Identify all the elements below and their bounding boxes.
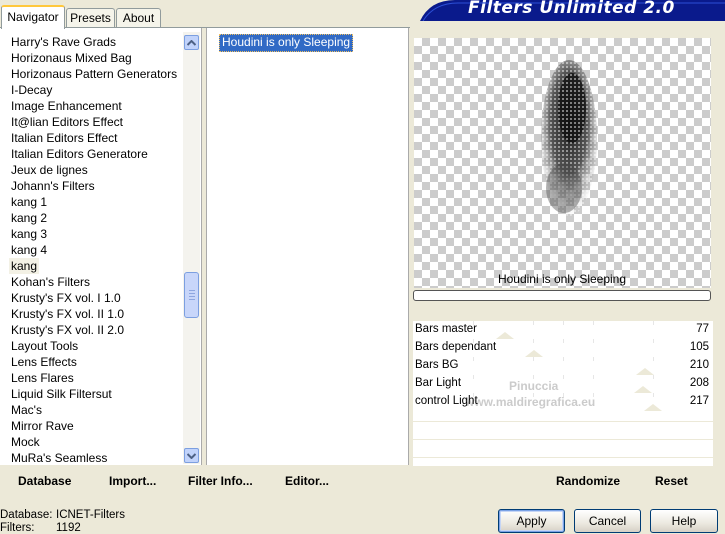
category-item[interactable]: Krusty's FX vol. II 1.0 <box>11 306 124 322</box>
chevron-up-icon <box>187 39 196 46</box>
import-button[interactable]: Import... <box>109 472 156 490</box>
category-item[interactable]: It@lian Editors Effect <box>11 114 123 130</box>
slider-row[interactable]: Bars dependant 105 <box>413 339 713 357</box>
slider-thumb[interactable] <box>643 404 662 411</box>
preview-filter-name: Houdini is only Sleeping <box>497 272 627 286</box>
category-item[interactable]: Mac's <box>11 402 42 418</box>
category-item[interactable]: Italian Editors Effect <box>11 130 118 146</box>
slider-thumb[interactable] <box>495 332 514 339</box>
empty-slider-row <box>413 421 713 422</box>
chevron-down-icon <box>187 452 196 459</box>
scroll-up-button[interactable] <box>184 35 199 50</box>
slider-label: Bars dependant <box>415 341 497 353</box>
category-item[interactable]: Horizonaus Pattern Generators <box>11 66 177 82</box>
slider-row[interactable]: Bar Light 208 <box>413 375 713 393</box>
category-item[interactable]: Krusty's FX vol. II 2.0 <box>11 322 124 338</box>
status-database-label: Database: <box>0 509 53 521</box>
scroll-thumb[interactable] <box>184 272 199 318</box>
tab-presets[interactable]: Presets <box>66 8 115 27</box>
category-item[interactable]: I-Decay <box>11 82 52 98</box>
slider-value: 217 <box>689 395 709 407</box>
slider-value: 208 <box>689 377 709 389</box>
slider-label: Bars master <box>415 323 477 335</box>
slider-row[interactable]: control Light 217 <box>413 393 713 411</box>
category-item[interactable]: kang 3 <box>11 226 47 242</box>
category-item[interactable]: kang 1 <box>11 194 47 210</box>
app-title: Filters Unlimited 2.0 <box>468 0 675 18</box>
category-item[interactable]: MuRa's Seamless <box>11 450 107 465</box>
tab-about[interactable]: About <box>116 8 161 27</box>
slider-value: 77 <box>696 323 709 335</box>
slider-value: 105 <box>689 341 709 353</box>
category-item[interactable]: Harry's Rave Grads <box>11 34 116 50</box>
category-item[interactable]: Kohan's Filters <box>11 274 90 290</box>
category-item[interactable]: Johann's Filters <box>11 178 95 194</box>
slider-label: Bars BG <box>415 359 459 371</box>
status-database-value: ICNET-Filters <box>56 509 125 521</box>
category-list[interactable]: Harry's Rave Grads Horizonaus Mixed Bag Ho… <box>0 28 202 465</box>
slider-row[interactable]: Bars BG 210 <box>413 357 713 375</box>
category-item[interactable]: kang 4 <box>11 242 47 258</box>
category-item[interactable]: Liquid Silk Filtersut <box>11 386 112 402</box>
randomize-button[interactable]: Randomize <box>556 472 620 490</box>
slider-value: 210 <box>689 359 709 371</box>
reset-button[interactable]: Reset <box>655 472 688 490</box>
category-item[interactable]: Krusty's FX vol. I 1.0 <box>11 290 121 306</box>
apply-button[interactable]: Apply <box>498 509 565 533</box>
category-item[interactable]: Italian Editors Generatore <box>11 146 148 162</box>
tab-navigator[interactable]: Navigator <box>1 5 65 29</box>
cancel-button[interactable]: Cancel <box>574 509 641 533</box>
filter-list[interactable]: Houdini is only Sleeping <box>206 28 409 465</box>
category-item[interactable]: Jeux de lignes <box>11 162 88 178</box>
preview-artwork <box>541 60 597 216</box>
help-button[interactable]: Help <box>650 509 718 533</box>
slider-label: control Light <box>415 395 478 407</box>
category-item[interactable]: Lens Flares <box>11 370 74 386</box>
preview-panel: Houdini is only Sleeping Pinuccia www.ma… <box>409 28 714 466</box>
filter-info-button[interactable]: Filter Info... <box>188 472 253 490</box>
slider-thumb[interactable] <box>634 386 653 393</box>
filter-item-selected[interactable]: Houdini is only Sleeping <box>219 34 354 52</box>
progress-bar <box>413 290 711 301</box>
slider-label: Bar Light <box>415 377 462 389</box>
category-item[interactable]: Mirror Rave <box>11 418 74 434</box>
category-item[interactable]: Mock <box>11 434 40 450</box>
slider-thumb[interactable] <box>636 368 655 375</box>
slider-panel: Pinuccia www.maldiregrafica.eu Bars mast… <box>413 321 713 466</box>
empty-slider-row <box>413 439 713 440</box>
category-item[interactable]: Horizonaus Mixed Bag <box>11 50 132 66</box>
editor-button[interactable]: Editor... <box>285 472 329 490</box>
slider-row[interactable]: Bars master 77 <box>413 321 713 339</box>
empty-slider-row <box>413 457 713 458</box>
slider-thumb[interactable] <box>525 350 544 357</box>
database-button[interactable]: Database <box>18 472 71 490</box>
category-item[interactable]: Lens Effects <box>11 354 77 370</box>
category-item[interactable]: kang 2 <box>11 210 47 226</box>
category-item[interactable]: Image Enhancement <box>11 98 122 114</box>
scroll-down-button[interactable] <box>184 448 199 463</box>
preview-image <box>414 38 711 288</box>
category-scrollbar[interactable] <box>183 32 200 464</box>
category-item[interactable]: Layout Tools <box>11 338 78 354</box>
status-filters-label: Filters: <box>0 522 35 534</box>
status-filters-value: 1192 <box>56 522 81 534</box>
category-item[interactable]: kang <box>9 258 40 274</box>
